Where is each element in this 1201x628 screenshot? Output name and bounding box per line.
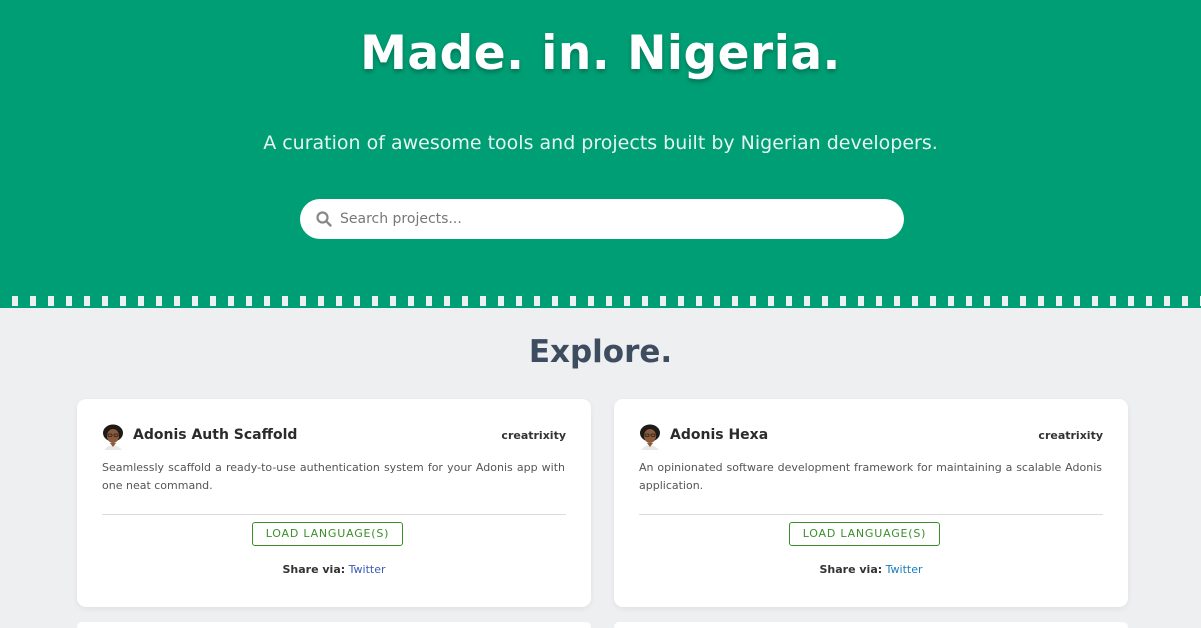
zigzag-tooth xyxy=(864,296,876,306)
zigzag-tooth xyxy=(0,296,12,306)
zigzag-tooth xyxy=(594,296,606,306)
zigzag-tooth xyxy=(1170,296,1182,306)
zigzag-tooth xyxy=(648,296,660,306)
zigzag-tooth xyxy=(234,296,246,306)
zigzag-tooth xyxy=(936,296,948,306)
hero-zigzag-border xyxy=(0,296,1201,308)
zigzag-tooth xyxy=(432,296,444,306)
zigzag-tooth xyxy=(288,296,300,306)
zigzag-tooth xyxy=(108,296,120,306)
zigzag-tooth xyxy=(954,296,966,306)
zigzag-tooth xyxy=(252,296,264,306)
zigzag-tooth xyxy=(1134,296,1146,306)
project-name[interactable]: Adonis Auth Scaffold xyxy=(133,427,297,443)
load-languages-button[interactable]: LOAD LANGUAGE(S) xyxy=(789,522,940,546)
zigzag-tooth xyxy=(558,296,570,306)
zigzag-tooth xyxy=(450,296,462,306)
zigzag-tooth xyxy=(72,296,84,306)
zigzag-tooth xyxy=(792,296,804,306)
project-card-partial xyxy=(77,622,591,628)
load-languages-button[interactable]: LOAD LANGUAGE(S) xyxy=(252,522,403,546)
zigzag-tooth xyxy=(540,296,552,306)
zigzag-tooth xyxy=(216,296,228,306)
hero-banner: Made. in. Nigeria. A curation of awesome… xyxy=(0,0,1201,308)
hero-subtitle: A curation of awesome tools and projects… xyxy=(263,132,938,154)
zigzag-tooth xyxy=(972,296,984,306)
explore-title: Explore. xyxy=(528,334,673,370)
zigzag-tooth xyxy=(720,296,732,306)
page-title: Made. in. Nigeria. xyxy=(360,26,841,81)
zigzag-tooth xyxy=(612,296,624,306)
zigzag-tooth xyxy=(774,296,786,306)
zigzag-tooth xyxy=(162,296,174,306)
zigzag-tooth xyxy=(918,296,930,306)
zigzag-tooth xyxy=(144,296,156,306)
zigzag-tooth xyxy=(810,296,822,306)
project-card-partial xyxy=(614,622,1128,628)
search-icon xyxy=(316,211,332,227)
zigzag-tooth xyxy=(504,296,516,306)
zigzag-tooth xyxy=(1026,296,1038,306)
zigzag-tooth xyxy=(378,296,390,306)
zigzag-tooth xyxy=(126,296,138,306)
share-label: Share via: xyxy=(282,563,346,576)
avatar-icon xyxy=(640,424,660,450)
avatar-icon xyxy=(103,424,123,450)
zigzag-tooth xyxy=(1044,296,1056,306)
zigzag-tooth xyxy=(666,296,678,306)
project-author[interactable]: creatrixity xyxy=(1038,429,1103,442)
zigzag-tooth xyxy=(702,296,714,306)
zigzag-tooth xyxy=(270,296,282,306)
zigzag-tooth xyxy=(882,296,894,306)
share-row: Share via: Twitter xyxy=(614,563,1128,576)
zigzag-tooth xyxy=(1062,296,1074,306)
zigzag-tooth xyxy=(306,296,318,306)
zigzag-tooth xyxy=(828,296,840,306)
zigzag-tooth xyxy=(1152,296,1164,306)
zigzag-tooth xyxy=(1008,296,1020,306)
card-divider xyxy=(102,514,566,515)
project-name[interactable]: Adonis Hexa xyxy=(670,427,768,443)
zigzag-tooth xyxy=(180,296,192,306)
zigzag-tooth xyxy=(360,296,372,306)
zigzag-tooth xyxy=(324,296,336,306)
zigzag-tooth xyxy=(18,296,30,306)
zigzag-tooth xyxy=(846,296,858,306)
project-description: An opinionated software development fram… xyxy=(639,461,1102,492)
zigzag-tooth xyxy=(738,296,750,306)
project-card: Adonis Hexa creatrixity An opinionated s… xyxy=(614,399,1128,607)
zigzag-tooth xyxy=(630,296,642,306)
share-label: Share via: xyxy=(819,563,883,576)
twitter-share-link[interactable]: Twitter xyxy=(349,563,386,576)
zigzag-tooth xyxy=(1080,296,1092,306)
twitter-share-link[interactable]: Twitter xyxy=(886,563,923,576)
project-author[interactable]: creatrixity xyxy=(501,429,566,442)
zigzag-tooth xyxy=(756,296,768,306)
zigzag-tooth xyxy=(1188,296,1200,306)
zigzag-tooth xyxy=(1098,296,1110,306)
zigzag-tooth xyxy=(900,296,912,306)
zigzag-tooth xyxy=(198,296,210,306)
zigzag-tooth xyxy=(576,296,588,306)
zigzag-tooth xyxy=(684,296,696,306)
search-input[interactable] xyxy=(340,199,890,239)
share-row: Share via: Twitter xyxy=(77,563,591,576)
search-bar[interactable] xyxy=(300,199,904,239)
project-description: Seamlessly scaffold a ready-to-use authe… xyxy=(102,461,565,492)
zigzag-tooth xyxy=(1116,296,1128,306)
zigzag-tooth xyxy=(414,296,426,306)
zigzag-tooth xyxy=(90,296,102,306)
zigzag-tooth xyxy=(468,296,480,306)
project-card: Adonis Auth Scaffold creatrixity Seamles… xyxy=(77,399,591,607)
zigzag-tooth xyxy=(54,296,66,306)
card-divider xyxy=(639,514,1103,515)
zigzag-tooth xyxy=(522,296,534,306)
zigzag-tooth xyxy=(990,296,1002,306)
zigzag-tooth xyxy=(342,296,354,306)
zigzag-tooth xyxy=(36,296,48,306)
zigzag-tooth xyxy=(486,296,498,306)
zigzag-tooth xyxy=(396,296,408,306)
